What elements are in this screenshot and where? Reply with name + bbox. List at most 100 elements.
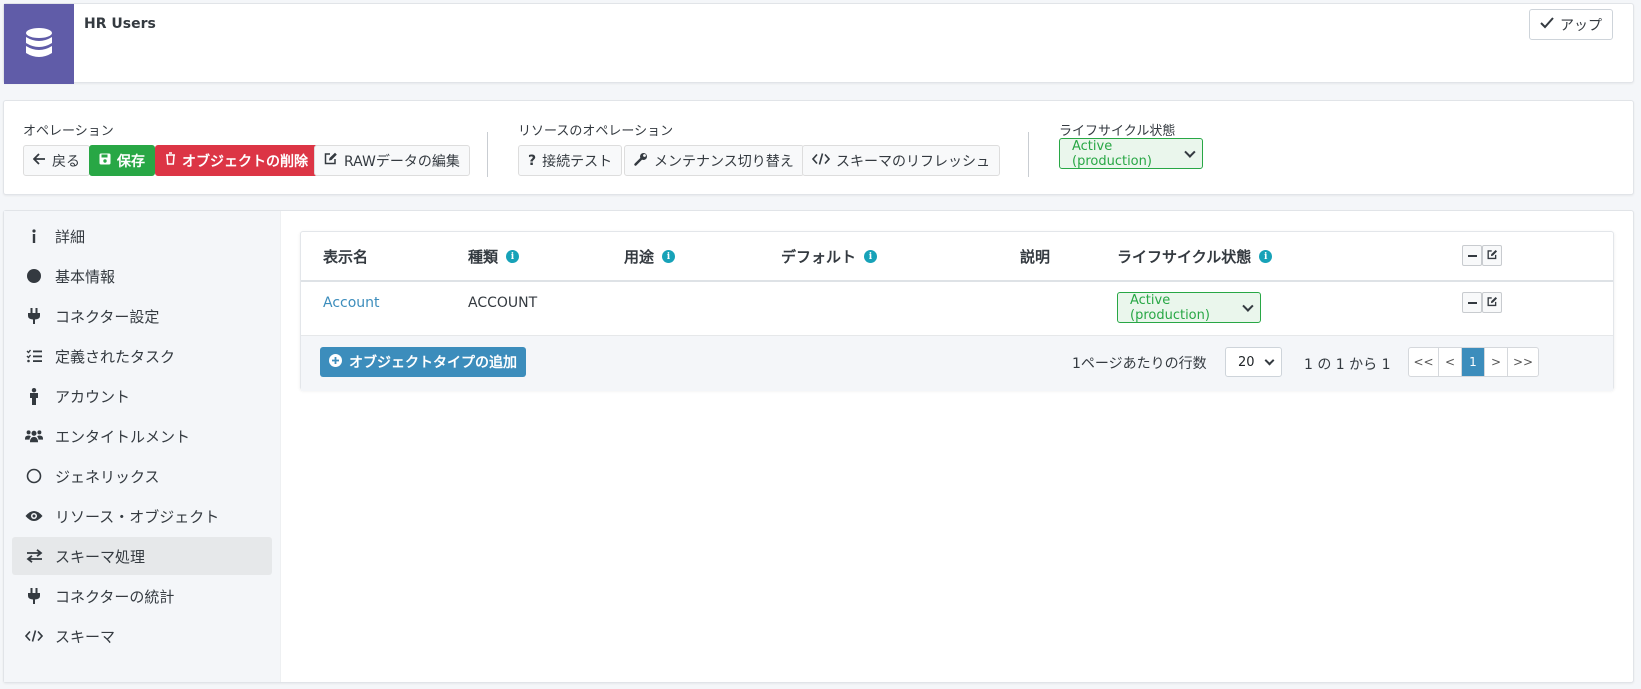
resource-operations-label: リソースのオペレーション	[518, 124, 674, 139]
object-type-kind: ACCOUNT	[468, 295, 538, 311]
edit-all-button[interactable]	[1482, 245, 1502, 266]
toggle-maintenance-button-label: メンテナンス切り替え	[654, 153, 794, 170]
column-header-description[interactable]: 説明	[1020, 246, 1050, 267]
question-icon: ?	[528, 152, 537, 169]
sidebar-item-label: リソース・オブジェクト	[55, 507, 220, 526]
pagination-range: 1 の 1 から 1	[1304, 357, 1391, 373]
trash-icon	[165, 152, 176, 169]
wrench-icon	[634, 152, 648, 170]
pagination: << < 1 > >>	[1408, 347, 1539, 377]
main-panel: 詳細 基本情報 コネクター設定 定義されたタスク アカウント エンタイトルメント…	[3, 210, 1634, 683]
arrow-left-icon	[32, 152, 46, 169]
person-icon	[25, 387, 43, 405]
add-object-type-button-label: オブジェクトタイプの追加	[349, 355, 517, 371]
sidebar-item-defined-tasks[interactable]: 定義されたタスク	[12, 337, 272, 375]
column-header-purpose[interactable]: 用途 i	[624, 246, 676, 267]
sidebar-item-schema-handling[interactable]: スキーマ処理	[12, 537, 272, 575]
lifecycle-label: ライフサイクル状態	[1059, 124, 1176, 139]
sidebar-item-accounts[interactable]: アカウント	[12, 377, 272, 415]
sidebar-item-label: 基本情報	[55, 267, 116, 286]
column-header-display-name[interactable]: 表示名	[323, 246, 368, 267]
tasks-icon	[25, 347, 43, 365]
info-icon[interactable]: i	[506, 250, 520, 263]
sidebar-item-label: スキーマ処理	[55, 547, 146, 566]
sidebar-item-connector-config[interactable]: コネクター設定	[12, 297, 272, 335]
refresh-schema-button[interactable]: スキーマのリフレッシュ	[802, 145, 1000, 176]
database-icon	[4, 4, 74, 84]
save-button[interactable]: 保存	[89, 145, 155, 176]
plus-circle-icon	[329, 353, 342, 371]
up-button-label: アップ	[1560, 17, 1602, 34]
add-object-type-button[interactable]: オブジェクトタイプの追加	[320, 347, 526, 377]
rows-per-page-select[interactable]: 20	[1225, 347, 1282, 377]
sidebar-item-generics[interactable]: ジェネリックス	[12, 457, 272, 495]
code-icon	[811, 152, 831, 169]
up-button[interactable]: アップ	[1529, 9, 1613, 40]
users-icon	[25, 427, 43, 445]
sidebar-item-resource-objects[interactable]: リソース・オブジェクト	[12, 497, 272, 535]
circle-icon	[25, 267, 43, 285]
sidebar-item-label: コネクター設定	[55, 307, 160, 326]
edit-raw-button[interactable]: RAWデータの編集	[314, 145, 470, 176]
page-1-button[interactable]: 1	[1462, 348, 1485, 376]
info-icon	[25, 227, 43, 245]
eye-icon	[25, 507, 43, 525]
plug-icon	[25, 307, 43, 325]
column-header-kind[interactable]: 種類 i	[468, 246, 520, 267]
object-type-link[interactable]: Account	[323, 295, 380, 311]
back-button-label: 戻る	[52, 153, 80, 170]
sidebar-item-label: スキーマ	[55, 627, 116, 646]
info-icon[interactable]: i	[864, 250, 878, 263]
sidebar: 詳細 基本情報 コネクター設定 定義されたタスク アカウント エンタイトルメント…	[4, 211, 281, 682]
back-button[interactable]: 戻る	[23, 145, 90, 176]
sidebar-item-basic[interactable]: 基本情報	[12, 257, 272, 295]
remove-row-button[interactable]	[1462, 292, 1482, 313]
column-header-lifecycle[interactable]: ライフサイクル状態 i	[1117, 246, 1273, 267]
circle-outline-icon	[25, 467, 43, 485]
info-icon[interactable]: i	[662, 250, 676, 263]
delete-object-button[interactable]: オブジェクトの削除	[155, 145, 318, 176]
edit-icon	[324, 152, 338, 169]
sidebar-item-label: 詳細	[55, 227, 86, 246]
plug-icon	[25, 587, 43, 605]
save-icon	[99, 153, 111, 169]
check-icon	[1540, 16, 1554, 33]
table-footer: オブジェクトタイプの追加 1ページあたりの行数 20 1 の 1 から 1 <<…	[301, 335, 1613, 391]
test-connection-button[interactable]: ? 接続テスト	[518, 145, 623, 176]
toggle-maintenance-button[interactable]: メンテナンス切り替え	[624, 145, 804, 176]
object-header: HR Users アップ	[3, 3, 1634, 84]
first-page-button[interactable]: <<	[1409, 348, 1439, 376]
edit-row-button[interactable]	[1482, 292, 1502, 313]
column-header-default[interactable]: デフォルト i	[781, 246, 878, 267]
sidebar-item-label: 定義されたタスク	[55, 347, 176, 366]
minus-icon	[1467, 301, 1477, 304]
lifecycle-select-value: Active (production)	[1072, 138, 1152, 169]
operations-label: オペレーション	[23, 124, 114, 139]
refresh-schema-button-label: スキーマのリフレッシュ	[836, 153, 990, 170]
remove-all-button[interactable]	[1462, 245, 1482, 266]
page-title: HR Users	[84, 16, 156, 32]
sidebar-item-details[interactable]: 詳細	[12, 217, 272, 255]
minus-icon	[1467, 254, 1477, 257]
lifecycle-select[interactable]: Active (production)	[1059, 138, 1203, 169]
edit-icon	[1487, 248, 1498, 264]
save-button-label: 保存	[117, 153, 145, 170]
sidebar-item-schema[interactable]: スキーマ	[12, 617, 272, 655]
row-lifecycle-select-value: Active (production)	[1130, 292, 1210, 323]
sidebar-item-connector-stats[interactable]: コネクターの統計	[12, 577, 272, 615]
sidebar-item-label: エンタイトルメント	[55, 427, 191, 446]
row-lifecycle-select[interactable]: Active (production)	[1117, 292, 1261, 323]
sidebar-item-label: アカウント	[55, 387, 131, 406]
edit-raw-button-label: RAWデータの編集	[344, 153, 460, 170]
prev-page-button[interactable]: <	[1439, 348, 1462, 376]
info-icon[interactable]: i	[1259, 250, 1273, 263]
rows-per-page-value: 20	[1238, 354, 1255, 370]
chevron-down-icon	[1264, 355, 1275, 365]
rows-per-page-label: 1ページあたりの行数	[1072, 356, 1207, 372]
last-page-button[interactable]: >>	[1508, 348, 1538, 376]
divider	[487, 132, 488, 177]
delete-object-button-label: オブジェクトの削除	[182, 153, 308, 170]
next-page-button[interactable]: >	[1485, 348, 1508, 376]
sidebar-item-entitlements[interactable]: エンタイトルメント	[12, 417, 272, 455]
header-divider	[301, 280, 1613, 282]
